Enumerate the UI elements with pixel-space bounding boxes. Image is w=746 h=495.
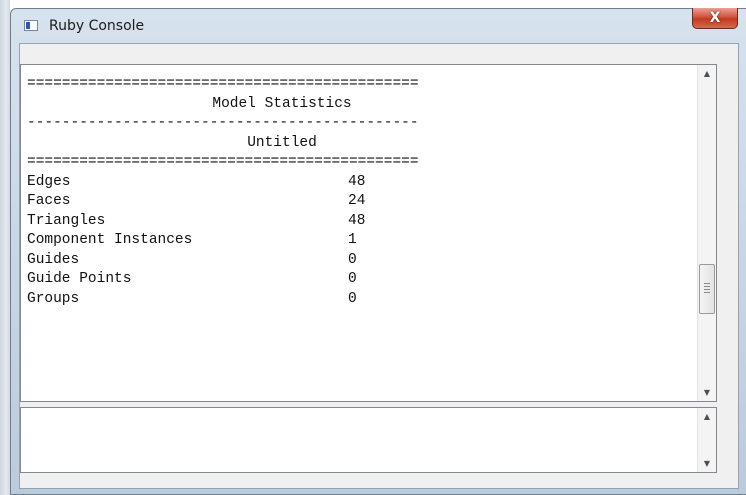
stat-row-triangles: Triangles 48 <box>27 212 696 232</box>
stat-row-component-instances: Component Instances 1 <box>27 231 696 251</box>
stat-row-faces: Faces 24 <box>27 192 696 212</box>
window-title: Ruby Console <box>49 18 145 34</box>
stat-value: 0 <box>348 290 357 307</box>
output-text: ========================================… <box>21 65 696 401</box>
app-window-icon[interactable] <box>24 20 38 31</box>
input-text[interactable] <box>21 408 696 472</box>
stat-row-edges: Edges 48 <box>27 173 696 193</box>
stat-label: Guide Points <box>27 271 132 287</box>
stat-label: Groups <box>27 290 80 307</box>
separator-line: ========================================… <box>27 76 419 92</box>
close-button[interactable]: X <box>692 8 738 29</box>
separator-line: ========================================… <box>27 154 419 170</box>
scroll-down-arrow-icon[interactable]: ▼ <box>698 455 716 472</box>
stat-label: Triangles <box>27 212 106 229</box>
desktop-background <box>0 0 10 495</box>
stat-row-guide-points: Guide Points 0 <box>27 270 696 290</box>
scroll-up-arrow-icon[interactable]: ▲ <box>698 408 716 425</box>
stat-row-guides: Guides 0 <box>27 251 696 271</box>
scrollbar-thumb[interactable] <box>699 264 715 314</box>
separator-line: ----------------------------------------… <box>27 115 419 131</box>
console-input[interactable]: ▲ ▼ <box>20 407 717 473</box>
output-scrollbar[interactable]: ▲ ▼ <box>697 65 716 401</box>
stat-value: 1 <box>348 232 357 248</box>
stat-value: 0 <box>348 251 357 268</box>
stat-value: 0 <box>348 271 357 287</box>
grip-icon <box>704 283 710 293</box>
stat-label: Faces <box>27 193 71 209</box>
stat-value: 48 <box>348 212 366 229</box>
scroll-up-arrow-icon[interactable]: ▲ <box>698 65 716 82</box>
stat-label: Component Instances <box>27 232 193 248</box>
stat-value: 48 <box>348 173 366 190</box>
console-output[interactable]: ========================================… <box>20 64 717 402</box>
input-scrollbar[interactable]: ▲ ▼ <box>697 408 716 472</box>
scroll-down-arrow-icon[interactable]: ▼ <box>698 384 716 401</box>
stat-row-groups: Groups 0 <box>27 290 696 310</box>
statistics-heading: Model Statistics <box>212 95 352 112</box>
stat-value: 24 <box>348 193 366 209</box>
stat-label: Edges <box>27 173 71 190</box>
model-name: Untitled <box>247 134 317 151</box>
title-bar[interactable]: Ruby Console X <box>11 8 746 43</box>
stat-label: Guides <box>27 251 80 268</box>
